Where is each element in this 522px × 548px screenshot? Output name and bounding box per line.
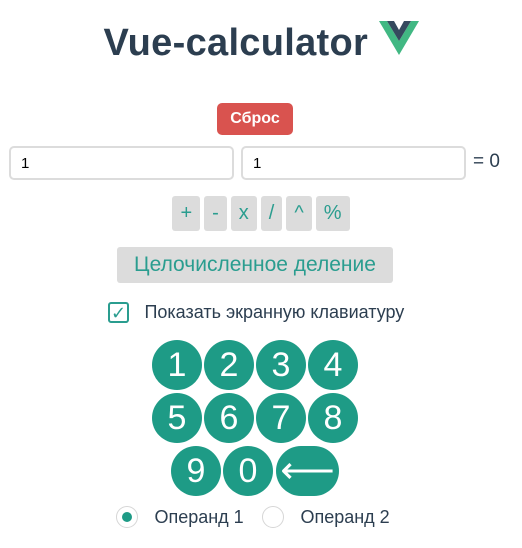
operand-1-input[interactable] (9, 146, 234, 180)
reset-button[interactable]: Сброс (217, 103, 293, 135)
operand-2-radio-label: Операнд 2 (300, 506, 390, 527)
keyboard-checkbox[interactable]: ✓ (108, 302, 129, 323)
operand-1-radio-button[interactable] (116, 506, 138, 528)
key-8[interactable]: 8 (308, 393, 358, 443)
keyboard-toggle[interactable]: ✓ Показать экранную клавиатуру (108, 302, 404, 323)
subtract-button[interactable]: - (204, 196, 227, 231)
key-6[interactable]: 6 (204, 393, 254, 443)
integer-division-button[interactable]: Целочисленное деление (117, 247, 393, 283)
app-title: Vue-calculator (103, 22, 369, 64)
divide-button[interactable]: / (260, 196, 283, 231)
key-5[interactable]: 5 (152, 393, 202, 443)
key-9[interactable]: 9 (171, 446, 221, 496)
key-7[interactable]: 7 (256, 393, 306, 443)
operand-2-input[interactable] (241, 146, 466, 180)
add-button[interactable]: + (172, 196, 201, 231)
keyboard-checkbox-label: Показать экранную клавиатуру (144, 302, 405, 322)
operand-1-radio[interactable]: Операнд 1 (116, 506, 244, 528)
operand-2-radio-button[interactable] (262, 506, 284, 528)
key-0[interactable]: 0 (223, 446, 273, 496)
vue-logo-icon (378, 21, 419, 60)
backspace-icon[interactable]: ⟵ (276, 446, 339, 496)
key-4[interactable]: 4 (308, 340, 358, 390)
modulo-button[interactable]: % (315, 196, 350, 231)
key-2[interactable]: 2 (204, 340, 254, 390)
power-button[interactable]: ^ (286, 196, 312, 231)
operand-2-radio[interactable]: Операнд 2 (262, 506, 390, 528)
multiply-button[interactable]: x (230, 196, 257, 231)
key-1[interactable]: 1 (152, 340, 202, 390)
operand-1-radio-label: Операнд 1 (154, 506, 244, 527)
app-header: Vue-calculator (0, 21, 522, 65)
key-3[interactable]: 3 (256, 340, 306, 390)
operations-row: + - x / ^ % (0, 196, 522, 231)
result-display: = 0 (473, 151, 500, 172)
